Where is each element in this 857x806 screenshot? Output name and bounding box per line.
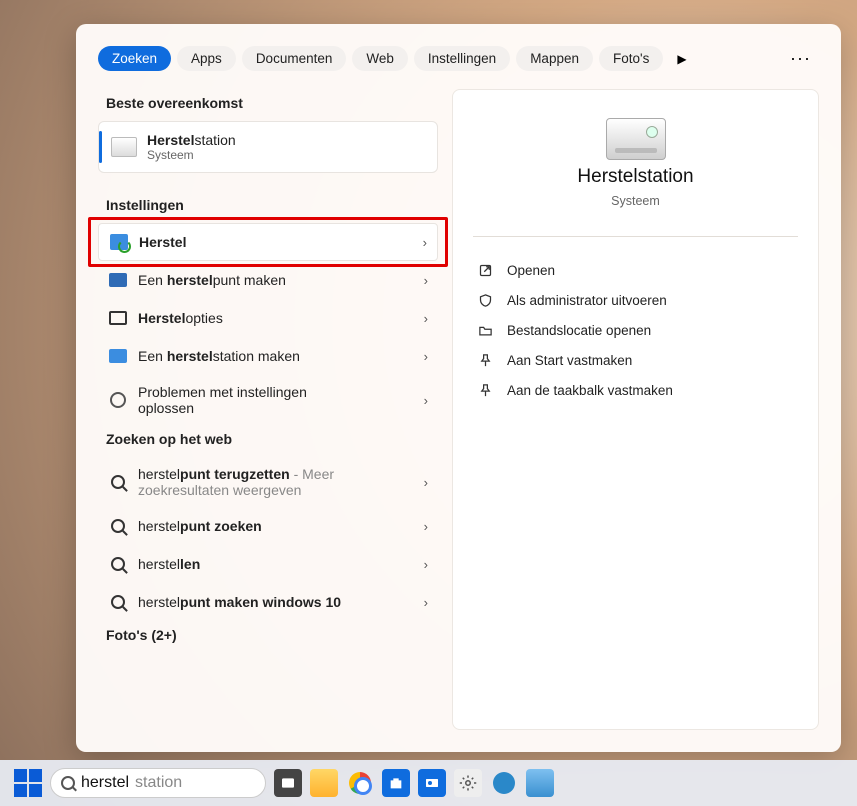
preview-pane: Herstelstation Systeem Openen Als admini… <box>452 89 819 730</box>
chevron-right-icon: › <box>424 595 428 610</box>
tab-settings[interactable]: Instellingen <box>414 46 510 71</box>
web-result-1[interactable]: herstelpunt terugzetten - Meer zoekresul… <box>98 457 438 507</box>
web-result-2[interactable]: herstelpunt zoeken › <box>98 507 438 545</box>
best-match-title: Herstelstation <box>147 132 236 148</box>
folder-icon <box>477 322 493 338</box>
action-open[interactable]: Openen <box>473 255 798 285</box>
wrench-icon <box>110 392 126 408</box>
search-filter-tabs: Zoeken Apps Documenten Web Instellingen … <box>98 46 819 71</box>
tab-search[interactable]: Zoeken <box>98 46 171 71</box>
preview-title: Herstelstation <box>577 166 693 188</box>
monitor-icon <box>109 273 127 287</box>
result-herstel[interactable]: Herstel › <box>98 223 438 261</box>
chevron-right-icon: › <box>424 311 428 326</box>
action-pin-to-start[interactable]: Aan Start vastmaken <box>473 345 798 375</box>
globe-icon[interactable] <box>490 769 518 797</box>
file-explorer-icon[interactable] <box>310 769 338 797</box>
result-recovery-options[interactable]: Herstelopties › <box>98 299 438 337</box>
search-icon <box>111 475 125 489</box>
shield-icon <box>477 292 493 308</box>
web-result-4[interactable]: herstelpunt maken windows 10 › <box>98 583 438 621</box>
outlook-icon[interactable] <box>418 769 446 797</box>
chevron-right-icon: › <box>423 235 427 250</box>
monitor-shield-icon <box>109 349 127 363</box>
taskbar: herstel station <box>0 760 857 806</box>
action-run-as-admin[interactable]: Als administrator uitvoeren <box>473 285 798 315</box>
search-panel: Zoeken Apps Documenten Web Instellingen … <box>76 24 841 752</box>
result-create-restore-point[interactable]: Een herstelpunt maken › <box>98 261 438 299</box>
options-icon <box>109 311 127 325</box>
best-match-result[interactable]: Herstelstation Systeem <box>98 121 438 173</box>
microsoft-store-icon[interactable] <box>382 769 410 797</box>
action-open-file-location[interactable]: Bestandslocatie openen <box>473 315 798 345</box>
pin-icon <box>477 382 493 398</box>
best-match-subtitle: Systeem <box>147 148 236 162</box>
result-create-recovery-drive[interactable]: Een herstelstation maken › <box>98 337 438 375</box>
web-result-3[interactable]: herstellen › <box>98 545 438 583</box>
section-best-match: Beste overeenkomst <box>106 95 438 111</box>
open-icon <box>477 262 493 278</box>
chevron-right-icon: › <box>424 273 428 288</box>
section-search-web: Zoeken op het web <box>106 431 438 447</box>
tab-web[interactable]: Web <box>352 46 408 71</box>
search-icon <box>111 519 125 533</box>
taskview-icon[interactable] <box>274 769 302 797</box>
search-autocomplete-text: station <box>135 774 182 792</box>
settings-icon[interactable] <box>454 769 482 797</box>
pin-icon <box>477 352 493 368</box>
tab-apps[interactable]: Apps <box>177 46 236 71</box>
more-options-icon[interactable]: ··· <box>782 48 819 69</box>
search-typed-text: herstel <box>81 774 129 792</box>
chevron-right-icon: › <box>424 475 428 490</box>
section-settings: Instellingen <box>106 197 438 213</box>
chevron-right-icon: › <box>424 393 428 408</box>
preview-subtitle: Systeem <box>611 194 660 208</box>
results-column: Beste overeenkomst Herstelstation Systee… <box>98 89 438 730</box>
more-tabs-arrow-icon[interactable]: ▶ <box>669 50 694 68</box>
tab-folders[interactable]: Mappen <box>516 46 593 71</box>
chevron-right-icon: › <box>424 557 428 572</box>
drive-hero-icon <box>606 118 666 160</box>
search-icon <box>111 595 125 609</box>
drive-icon <box>111 137 137 157</box>
chevron-right-icon: › <box>424 519 428 534</box>
search-icon <box>111 557 125 571</box>
recovery-icon <box>110 234 128 250</box>
tab-photos[interactable]: Foto's <box>599 46 663 71</box>
divider <box>473 236 798 237</box>
search-icon <box>61 776 75 790</box>
taskbar-search-box[interactable]: herstel station <box>50 768 266 798</box>
chrome-icon[interactable] <box>346 769 374 797</box>
control-panel-icon[interactable] <box>526 769 554 797</box>
action-pin-to-taskbar[interactable]: Aan de taakbalk vastmaken <box>473 375 798 405</box>
result-troubleshoot-settings[interactable]: Problemen met instellingen oplossen › <box>98 375 438 425</box>
chevron-right-icon: › <box>424 349 428 364</box>
tab-documents[interactable]: Documenten <box>242 46 347 71</box>
section-photos: Foto's (2+) <box>106 627 438 643</box>
start-button[interactable] <box>14 769 42 797</box>
